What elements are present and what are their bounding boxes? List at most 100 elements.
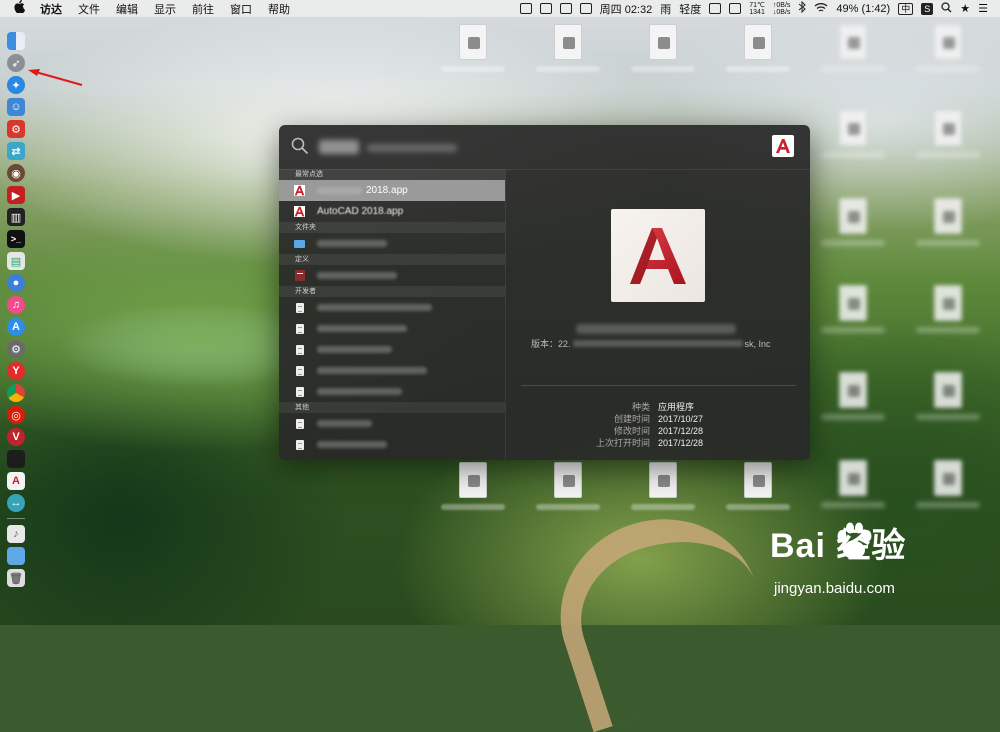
desktop-file[interactable] [441,462,505,510]
result-row[interactable] [279,339,505,360]
spotlight-search-input[interactable] [319,137,459,157]
menu-edit[interactable]: 编辑 [116,1,138,17]
teamviewer-icon[interactable]: ↔ [7,494,25,512]
input-method-badge[interactable]: 中 [898,2,914,15]
desktop-file[interactable] [821,24,885,72]
menu-help[interactable]: 帮助 [268,1,290,17]
air-quality-status[interactable]: 轻度 [679,1,701,17]
battery-status[interactable]: 49% (1:42) [836,3,890,15]
desktop-file[interactable] [536,462,600,510]
tool-app-icon[interactable]: ⚙ [7,120,25,138]
result-row[interactable] [279,381,505,402]
file-page-icon [934,285,962,321]
preview-icon[interactable]: ▤ [7,252,25,270]
desktop-file[interactable] [916,460,980,508]
desktop-file[interactable] [821,460,885,508]
menu-file[interactable]: 文件 [78,1,100,17]
result-row[interactable] [279,413,505,434]
system-preferences-icon[interactable]: ⚙ [7,340,25,358]
desktop-file[interactable] [726,462,790,510]
desktop-file[interactable] [821,110,885,158]
desktop-file[interactable] [441,24,505,72]
display-icon[interactable] [539,3,552,14]
result-row[interactable] [279,360,505,381]
desktop-file[interactable] [821,198,885,246]
activity-monitor-icon[interactable]: ▥ [7,208,25,226]
vivaldi-icon[interactable]: V [7,428,25,446]
desktop-file[interactable] [726,24,790,72]
temperature-fan-readout[interactable]: 71℃ 1341 [749,2,765,16]
menu-go[interactable]: 前往 [192,1,214,17]
window-icon[interactable] [579,3,592,14]
desktop-file[interactable] [916,198,980,246]
result-row[interactable] [279,434,505,455]
desktop-file[interactable] [631,462,695,510]
result-row[interactable] [279,233,505,254]
desktop-file[interactable] [916,110,980,158]
spotlight-search-bar[interactable] [279,125,810,170]
grid-icon[interactable] [519,3,532,14]
menu-view[interactable]: 显示 [154,1,176,17]
version-suffix: sk, Inc [744,338,771,349]
desktop-file[interactable] [821,372,885,420]
network-readout[interactable]: ↑0B/s ↓0B/s [773,2,791,16]
desktop-file[interactable] [916,24,980,72]
apple-menu-icon[interactable] [14,0,26,18]
safari-icon[interactable]: ✦ [7,76,25,94]
yandex-icon[interactable]: Y [7,362,25,380]
document-icon[interactable]: ♪ [7,525,25,543]
file-caption [441,504,505,510]
menu-clock[interactable]: 周四 02:32 [600,1,653,17]
desktop-file[interactable] [916,285,980,333]
file-page-icon [554,24,582,60]
weather-status[interactable]: 雨 [660,1,671,17]
menu-window[interactable]: 窗口 [230,1,252,17]
file-page-icon [459,462,487,498]
desktop-file[interactable] [536,24,600,72]
trash-icon[interactable]: 🗑 [7,569,25,587]
preview-divider [521,385,796,386]
memory-icon[interactable] [709,3,722,14]
result-row[interactable] [279,265,505,286]
autocad-dock-icon[interactable]: A [7,472,25,490]
temperature-readout: 71℃ [749,1,765,9]
wifi-icon[interactable] [814,2,828,16]
itunes-icon[interactable]: ♫ [7,296,25,314]
disk-utility-icon[interactable]: ◉ [7,164,25,182]
cpu-icon[interactable] [729,3,742,14]
favorites-star-icon[interactable]: ★ [960,2,970,15]
result-row[interactable] [279,297,505,318]
result-row-selected[interactable]: 2018.app [279,180,505,201]
desktop-file[interactable] [916,372,980,420]
spotlight-menu-icon[interactable] [941,1,952,16]
document-icon [294,386,305,398]
meta-key: 上次打开时间 [595,438,650,448]
menu-finder[interactable]: 访达 [40,1,62,17]
section-header-developer: 开发者 [279,286,505,297]
desktop-file[interactable] [821,285,885,333]
sogou-icon[interactable]: S [921,2,934,15]
terminal-icon[interactable]: >_ [7,230,25,248]
bluetooth-icon[interactable] [798,0,807,16]
chrome-icon[interactable] [7,384,25,402]
launchpad-icon[interactable]: ➶ [7,54,25,72]
iqiyi-icon[interactable]: ▶ [7,186,25,204]
netease-music-icon[interactable]: ◎ [7,406,25,424]
app-store-icon[interactable]: A [7,318,25,336]
notification-center-icon[interactable]: ☰ [978,2,988,15]
desktop-file[interactable] [631,24,695,72]
dark-app-icon[interactable] [7,450,25,468]
file-caption [726,66,790,72]
siri-icon[interactable]: ● [7,274,25,292]
mosaic-icon[interactable] [559,3,572,14]
document-icon [294,302,305,314]
contacts-icon[interactable]: ☺ [7,98,25,116]
result-row[interactable]: AutoCAD 2018.app [279,201,505,222]
migration-icon[interactable]: ⇄ [7,142,25,160]
file-caption [916,152,980,158]
finder-icon[interactable] [7,32,25,50]
section-header-folders: 文件夹 [279,222,505,233]
downloads-folder-icon[interactable] [7,547,25,565]
redacted-text [317,304,432,311]
result-row[interactable] [279,318,505,339]
